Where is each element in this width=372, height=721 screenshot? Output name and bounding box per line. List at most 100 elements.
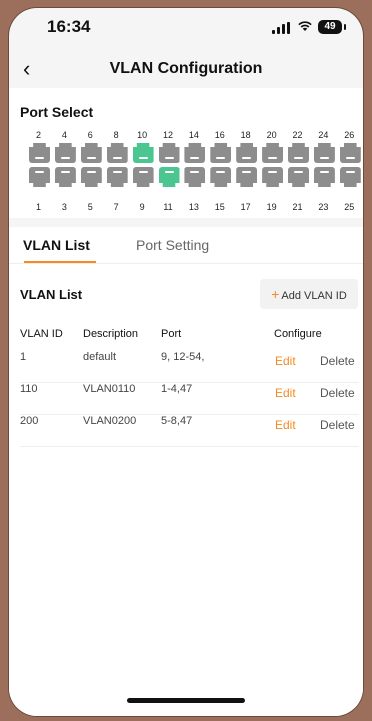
header-vlan-id: VLAN ID — [20, 328, 63, 340]
port-led-icon — [35, 157, 44, 159]
port-23-icon[interactable] — [313, 167, 335, 187]
port-18-icon[interactable] — [236, 143, 258, 163]
status-bar: 16:34 49 — [9, 8, 363, 50]
description-cell: VLAN0200 — [83, 415, 137, 427]
port-number-label: 22 — [292, 130, 303, 140]
delete-button[interactable]: Delete — [320, 354, 355, 368]
cellular-signal-icon — [272, 22, 294, 34]
port-number-label: 24 — [318, 130, 329, 140]
port-number-label: 15 — [214, 202, 225, 212]
edit-button[interactable]: Edit — [275, 354, 296, 368]
port-cell: 5-8,47 — [161, 415, 193, 427]
vlan-id-cell: 1 — [20, 351, 27, 363]
port-number-label: 19 — [266, 202, 277, 212]
port-13-icon[interactable] — [184, 167, 206, 187]
port-8-icon[interactable] — [106, 143, 128, 163]
port-26-icon[interactable] — [339, 143, 361, 163]
port-led-icon — [294, 171, 303, 173]
port-3-icon[interactable] — [54, 167, 76, 187]
port-1-icon[interactable] — [29, 167, 50, 187]
port-led-icon — [138, 157, 148, 159]
port-led-icon — [345, 171, 355, 173]
port-led-icon — [319, 157, 329, 159]
port-19-icon[interactable] — [262, 167, 284, 187]
edit-button[interactable]: Edit — [275, 386, 296, 400]
port-led-icon — [164, 157, 174, 159]
port-led-icon — [190, 171, 200, 173]
port-select-title: Port Select — [20, 104, 94, 120]
port-16-icon[interactable] — [210, 143, 232, 163]
home-indicator — [127, 698, 245, 703]
tab-vlan-list[interactable]: VLAN List — [23, 237, 90, 253]
vlan-list-title: VLAN List — [20, 287, 83, 302]
header-port: Port — [161, 328, 182, 340]
port-grid: 2 4 6 8 10 12 14 16 18 20 22 24 26 1 3 5 7 9 11 13 15 17 19 21 2… — [9, 130, 363, 220]
port-7-icon[interactable] — [106, 167, 128, 187]
port-led-icon — [35, 171, 44, 173]
port-number-label: 1 — [35, 202, 41, 212]
wifi-icon — [297, 19, 313, 36]
port-number-label: 2 — [35, 130, 41, 140]
port-24-icon[interactable] — [313, 143, 335, 163]
tab-port-setting[interactable]: Port Setting — [136, 237, 209, 253]
battery-icon: 49 — [318, 20, 346, 34]
port-led-icon — [242, 171, 252, 173]
status-time: 16:34 — [47, 17, 91, 36]
port-2-icon[interactable] — [29, 143, 50, 163]
port-led-icon — [319, 171, 329, 173]
header-configure: Configure — [274, 328, 322, 340]
plus-icon: + — [271, 286, 280, 302]
port-led-icon — [138, 171, 148, 173]
port-led-icon — [268, 171, 278, 173]
table-row: 200 VLAN0200 5-8,47 Edit Delete — [20, 415, 359, 447]
port-led-icon — [190, 157, 200, 159]
port-15-icon[interactable] — [210, 167, 232, 187]
port-led-icon — [216, 171, 226, 173]
table-row: 110 VLAN0110 1-4,47 Edit Delete — [20, 383, 359, 415]
port-number-label: 4 — [61, 130, 67, 140]
port-number-label: 6 — [87, 130, 93, 140]
port-5-icon[interactable] — [80, 167, 102, 187]
port-number-label: 11 — [163, 202, 173, 212]
port-led-icon — [112, 157, 122, 159]
port-number-label: 18 — [240, 130, 251, 140]
port-21-icon[interactable] — [288, 167, 309, 187]
port-led-icon — [86, 171, 96, 173]
add-vlan-id-button[interactable]: + Add VLAN ID — [260, 279, 358, 309]
vlan-content: VLAN List Port Setting VLAN List + Add VL… — [9, 227, 363, 716]
phone-screen: 16:34 49 ‹ VLAN Configuration Port Selec… — [9, 8, 363, 716]
port-number-label: 17 — [240, 202, 251, 212]
port-number-label: 23 — [318, 202, 329, 212]
port-14-icon[interactable] — [184, 143, 206, 163]
port-20-icon[interactable] — [262, 143, 284, 163]
port-number-label: 20 — [266, 130, 277, 140]
port-12-icon[interactable] — [158, 143, 180, 163]
port-17-icon[interactable] — [236, 167, 258, 187]
port-6-icon[interactable] — [80, 143, 102, 163]
port-led-icon — [86, 157, 96, 159]
port-select-panel: Port Select 2 4 6 8 10 12 14 16 18 20 22 24 26 1 3 5 7 9 1… — [9, 88, 363, 218]
port-25-icon[interactable] — [339, 167, 361, 187]
add-vlan-id-label: Add VLAN ID — [281, 290, 347, 302]
vlan-id-cell: 200 — [20, 415, 39, 427]
port-number-label: 25 — [344, 202, 355, 212]
port-11-icon[interactable] — [158, 167, 180, 187]
port-number-label: 8 — [113, 130, 119, 140]
port-22-icon[interactable] — [288, 143, 309, 163]
page-title: VLAN Configuration — [109, 60, 263, 77]
nav-bar: ‹ VLAN Configuration — [9, 50, 363, 88]
port-cell: 1-4,47 — [161, 383, 193, 395]
delete-button[interactable]: Delete — [320, 386, 355, 400]
port-number-label: 13 — [188, 202, 199, 212]
vlan-id-cell: 110 — [20, 383, 38, 395]
port-number-label: 14 — [188, 130, 199, 140]
header-description: Description — [83, 328, 139, 340]
port-number-label: 21 — [292, 202, 303, 212]
port-number-label: 3 — [61, 202, 67, 212]
port-10-icon[interactable] — [132, 143, 154, 163]
port-4-icon[interactable] — [54, 143, 76, 163]
port-9-icon[interactable] — [132, 167, 154, 187]
port-number-label: 16 — [214, 130, 225, 140]
edit-button[interactable]: Edit — [275, 418, 296, 432]
delete-button[interactable]: Delete — [320, 418, 355, 432]
